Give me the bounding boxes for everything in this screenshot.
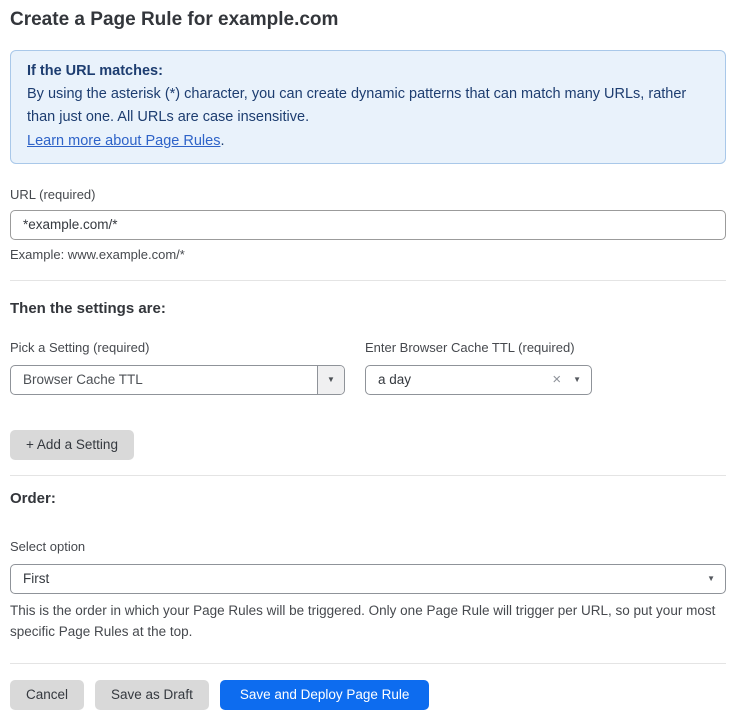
setting-picker-dropdown[interactable]: Browser Cache TTL ▼ xyxy=(10,365,345,395)
footer-actions: Cancel Save as Draft Save and Deploy Pag… xyxy=(10,680,726,710)
settings-row: Pick a Setting (required) Browser Cache … xyxy=(10,340,726,395)
setting-picker-label: Pick a Setting (required) xyxy=(10,340,345,355)
ttl-picker-value: a day xyxy=(378,372,552,387)
clear-icon[interactable]: × xyxy=(552,372,561,387)
order-select-dropdown[interactable]: First ▼ xyxy=(10,564,726,594)
ttl-picker-label: Enter Browser Cache TTL (required) xyxy=(365,340,592,355)
url-match-info-box: If the URL matches: By using the asteris… xyxy=(10,50,726,164)
cancel-button[interactable]: Cancel xyxy=(10,680,84,710)
setting-picker-column: Pick a Setting (required) Browser Cache … xyxy=(10,340,345,395)
url-field-label: URL (required) xyxy=(10,187,726,202)
ttl-picker-dropdown[interactable]: a day × ▼ xyxy=(365,365,592,395)
page-title: Create a Page Rule for example.com xyxy=(10,8,726,32)
info-box-heading: If the URL matches: xyxy=(27,60,709,83)
chevron-down-icon: ▼ xyxy=(707,575,715,583)
chevron-down-icon: ▼ xyxy=(327,376,335,384)
order-select-label: Select option xyxy=(10,539,726,554)
setting-picker-value: Browser Cache TTL xyxy=(11,372,317,387)
settings-section-heading: Then the settings are: xyxy=(10,300,726,317)
order-select-value: First xyxy=(23,571,707,586)
divider xyxy=(10,663,726,664)
learn-more-link[interactable]: Learn more about Page Rules xyxy=(27,133,220,149)
setting-picker-arrow-section[interactable]: ▼ xyxy=(317,366,344,394)
save-as-draft-button[interactable]: Save as Draft xyxy=(95,680,209,710)
link-suffix: . xyxy=(220,133,224,149)
order-section-heading: Order: xyxy=(10,490,726,507)
add-setting-button[interactable]: + Add a Setting xyxy=(10,430,134,460)
url-input[interactable] xyxy=(10,210,726,240)
info-box-body-text: By using the asterisk (*) character, you… xyxy=(27,86,686,125)
url-example-helper: Example: www.example.com/* xyxy=(10,247,726,262)
save-and-deploy-button[interactable]: Save and Deploy Page Rule xyxy=(220,680,430,710)
divider xyxy=(10,475,726,476)
order-helper-text: This is the order in which your Page Rul… xyxy=(10,601,726,643)
chevron-down-icon: ▼ xyxy=(573,376,581,384)
ttl-picker-column: Enter Browser Cache TTL (required) a day… xyxy=(365,340,592,395)
divider xyxy=(10,280,726,281)
info-box-body: By using the asterisk (*) character, you… xyxy=(27,83,709,153)
page-rule-form: Create a Page Rule for example.com If th… xyxy=(0,0,736,710)
